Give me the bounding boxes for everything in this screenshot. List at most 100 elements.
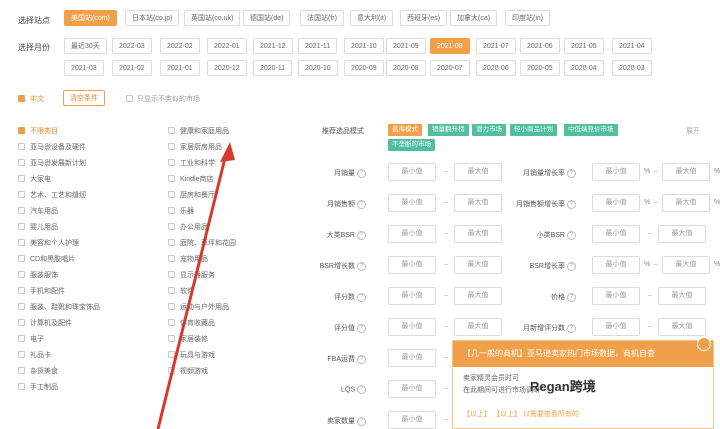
- category-checkbox[interactable]: [18, 159, 25, 166]
- help-icon[interactable]: ?: [357, 261, 366, 271]
- month-chip[interactable]: 2021-07: [476, 38, 516, 54]
- mode-tag[interactable]: 不垄断的市场: [388, 139, 435, 151]
- min-input[interactable]: 最小值: [592, 163, 640, 181]
- clear-button[interactable]: 清空条件: [63, 90, 105, 106]
- help-icon[interactable]: ?: [567, 292, 576, 302]
- category-checkbox[interactable]: [18, 207, 25, 214]
- site-chip[interactable]: 西班牙(es): [400, 10, 448, 26]
- category-checkbox[interactable]: [18, 287, 25, 294]
- site-chip[interactable]: 德国站(de): [243, 10, 291, 26]
- max-input[interactable]: 最大值: [662, 256, 710, 274]
- site-chip[interactable]: 法国站(fr): [300, 10, 344, 26]
- category-checkbox[interactable]: [18, 255, 25, 262]
- max-input[interactable]: 最大值: [454, 318, 502, 336]
- max-input[interactable]: 最大值: [662, 194, 710, 212]
- min-input[interactable]: 最小值: [388, 349, 436, 367]
- site-chip[interactable]: 意大利(it): [350, 10, 394, 26]
- expand-link[interactable]: 展开: [686, 126, 700, 136]
- month-chip[interactable]: 2022-02: [160, 38, 200, 54]
- close-icon[interactable]: [697, 337, 711, 351]
- month-chip[interactable]: 2020-10: [298, 60, 338, 76]
- month-chip[interactable]: 2022-01: [207, 38, 247, 54]
- month-chip[interactable]: 2020-03: [612, 60, 652, 76]
- help-icon[interactable]: ?: [567, 168, 576, 178]
- min-input[interactable]: 最小值: [592, 318, 640, 336]
- month-chip[interactable]: 2020-06: [476, 60, 516, 76]
- month-chip[interactable]: 2021-08: [430, 38, 470, 54]
- help-icon[interactable]: ?: [357, 323, 366, 333]
- month-chip[interactable]: 2020-04: [564, 60, 604, 76]
- min-input[interactable]: 最小值: [592, 194, 640, 212]
- month-chip[interactable]: 2020-12: [207, 60, 247, 76]
- category-checkbox[interactable]: [18, 223, 25, 230]
- help-icon[interactable]: ?: [357, 292, 366, 302]
- category-checkbox[interactable]: [18, 367, 25, 374]
- category-checkbox[interactable]: [18, 191, 25, 198]
- month-chip[interactable]: 2021-10: [344, 38, 384, 54]
- category-checkbox[interactable]: [18, 127, 25, 134]
- min-input[interactable]: 最小值: [592, 287, 640, 305]
- min-input[interactable]: 最小值: [388, 411, 436, 429]
- month-chip[interactable]: 2021-02: [112, 60, 152, 76]
- category-checkbox[interactable]: [18, 383, 25, 390]
- mode-tag[interactable]: 潜力市场: [472, 124, 506, 136]
- max-input[interactable]: 最大值: [658, 318, 706, 336]
- month-chip[interactable]: 2021-03: [64, 60, 104, 76]
- month-chip[interactable]: 2021-11: [298, 38, 338, 54]
- min-input[interactable]: 最小值: [592, 225, 640, 243]
- max-input[interactable]: 最大值: [454, 256, 502, 274]
- max-input[interactable]: 最大值: [454, 194, 502, 212]
- min-input[interactable]: 最小值: [388, 380, 436, 398]
- site-chip[interactable]: 英国站(co.uk): [184, 10, 241, 26]
- category-checkbox[interactable]: [168, 127, 175, 134]
- month-chip[interactable]: 2021-09: [386, 38, 426, 54]
- only-show-checkbox[interactable]: [126, 95, 133, 102]
- month-chip[interactable]: 2020-11: [253, 60, 293, 76]
- help-icon[interactable]: ?: [357, 416, 366, 426]
- category-checkbox[interactable]: [18, 335, 25, 342]
- site-chip[interactable]: 日本站(co.jp): [125, 10, 180, 26]
- site-chip[interactable]: 美国站(com): [64, 10, 117, 26]
- category-checkbox[interactable]: [18, 143, 25, 150]
- help-icon[interactable]: ?: [567, 323, 576, 333]
- month-chip[interactable]: 2022-03: [112, 38, 152, 54]
- help-icon[interactable]: ?: [357, 354, 366, 364]
- max-input[interactable]: 最大值: [454, 287, 502, 305]
- help-icon[interactable]: ?: [357, 168, 366, 178]
- month-chip[interactable]: 2021-01: [160, 60, 200, 76]
- help-icon[interactable]: ?: [357, 199, 366, 209]
- max-input[interactable]: 最大值: [454, 225, 502, 243]
- max-input[interactable]: 最大值: [454, 163, 502, 181]
- category-checkbox[interactable]: [18, 303, 25, 310]
- month-chip[interactable]: 2021-05: [564, 38, 604, 54]
- mode-tag[interactable]: 蓝海模式: [388, 124, 422, 136]
- category-checkbox[interactable]: [18, 175, 25, 182]
- min-input[interactable]: 最小值: [388, 225, 436, 243]
- site-chip[interactable]: 加拿大(ca): [450, 10, 498, 26]
- min-input[interactable]: 最小值: [388, 256, 436, 274]
- help-icon[interactable]: ?: [357, 385, 366, 394]
- min-input[interactable]: 最小值: [388, 287, 436, 305]
- help-icon[interactable]: ?: [567, 261, 576, 271]
- mode-tag[interactable]: 销量翻升榜: [428, 124, 469, 136]
- mode-tag[interactable]: 轻小商品计划: [510, 124, 557, 136]
- month-chip[interactable]: 2021-12: [253, 38, 293, 54]
- help-icon[interactable]: ?: [567, 199, 576, 209]
- min-input[interactable]: 最小值: [592, 256, 640, 274]
- min-input[interactable]: 最小值: [388, 318, 436, 336]
- help-icon[interactable]: ?: [567, 230, 576, 240]
- month-chip[interactable]: 2021-06: [520, 38, 560, 54]
- month-chip[interactable]: 最近30天: [64, 38, 107, 54]
- month-chip[interactable]: 2020-08: [386, 60, 426, 76]
- max-input[interactable]: 最大值: [662, 163, 710, 181]
- month-chip[interactable]: 2020-09: [344, 60, 384, 76]
- category-checkbox[interactable]: [18, 351, 25, 358]
- category-checkbox[interactable]: [18, 319, 25, 326]
- month-chip[interactable]: 2020-07: [430, 60, 470, 76]
- site-chip[interactable]: 印度站(in): [505, 10, 551, 26]
- min-input[interactable]: 最小值: [388, 194, 436, 212]
- month-chip[interactable]: 2020-05: [520, 60, 560, 76]
- max-input[interactable]: 最大值: [658, 225, 706, 243]
- lang-checkbox[interactable]: [18, 95, 25, 102]
- mode-tag[interactable]: 中低端竞价市场: [564, 124, 618, 136]
